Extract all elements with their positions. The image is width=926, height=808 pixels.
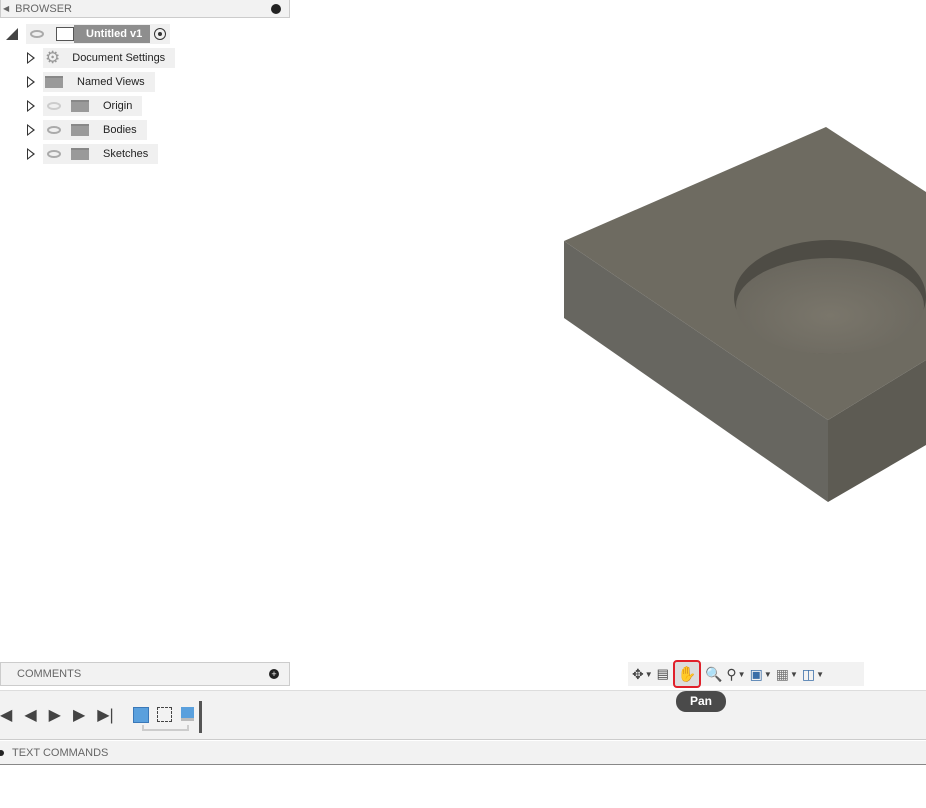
zoom-icon[interactable]: 🔍 xyxy=(705,663,722,685)
step-forward-icon[interactable]: ▶ xyxy=(73,705,85,725)
text-commands-title: TEXT COMMANDS xyxy=(12,746,109,759)
play-icon[interactable]: ▶ xyxy=(49,705,61,725)
step-back-icon[interactable]: ◀ xyxy=(24,705,36,725)
pocket-floor xyxy=(736,258,924,354)
comments-panel: COMMENTS + xyxy=(0,662,290,686)
navigation-toolbar: ✥ ▼ ▤ ✋ 🔍 ⚲ ▼ ▣ ▼ ▦ ▼ ◫ ▼ xyxy=(628,660,864,688)
feature-group-bracket xyxy=(142,725,189,731)
sketch-feature-icon[interactable] xyxy=(157,707,172,722)
grid-icon[interactable]: ▦ ▼ xyxy=(776,663,798,685)
timeline-marker[interactable] xyxy=(199,701,202,733)
bullet-icon xyxy=(0,749,4,756)
extrude-cut-feature-icon[interactable] xyxy=(181,707,194,721)
extrude-feature-icon[interactable] xyxy=(133,707,149,723)
timeline-bar: ◀ ◀ ▶ ▶ ▶| xyxy=(0,690,926,740)
fit-icon[interactable]: ⚲ ▼ xyxy=(726,663,745,685)
go-to-end-icon[interactable]: ▶| xyxy=(97,705,113,725)
viewport-3d-model[interactable] xyxy=(0,0,926,660)
add-comment-icon[interactable]: + xyxy=(269,669,279,679)
display-settings-icon[interactable]: ▣ ▼ xyxy=(750,663,772,685)
text-commands-bar[interactable]: TEXT COMMANDS xyxy=(0,741,926,765)
go-to-start-icon[interactable]: ◀ xyxy=(0,705,12,725)
comments-title: COMMENTS xyxy=(17,668,82,680)
pan-tooltip: Pan xyxy=(676,691,726,712)
look-at-icon[interactable]: ▤ xyxy=(657,663,669,685)
pan-button[interactable]: ✋ xyxy=(672,660,701,688)
viewports-icon[interactable]: ◫ ▼ xyxy=(802,663,824,685)
orbit-icon[interactable]: ✥ ▼ xyxy=(632,663,653,685)
